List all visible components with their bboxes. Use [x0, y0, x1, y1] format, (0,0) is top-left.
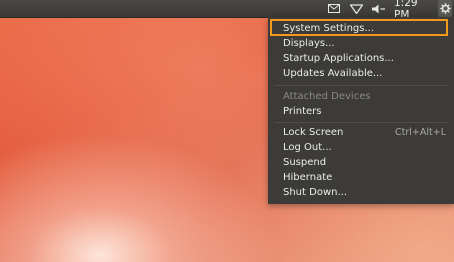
menu-item-label: Updates Available... [283, 68, 383, 79]
menu-item-system-settings[interactable]: System Settings... [268, 21, 454, 36]
menu-item-label: System Settings... [283, 23, 375, 34]
menu-item-label: Printers [283, 106, 322, 117]
menu-item-updates-available[interactable]: Updates Available... [268, 66, 454, 81]
lock-screen-shortcut: Ctrl+Alt+L [395, 127, 446, 138]
gear-icon[interactable] [438, 0, 452, 17]
menu-item-label: Shut Down... [283, 187, 347, 198]
menu-item-startup-applications[interactable]: Startup Applications... [268, 51, 454, 66]
menu-item-hibernate[interactable]: Hibernate [268, 170, 454, 185]
menu-item-label: Lock Screen [283, 127, 344, 138]
volume-icon[interactable] [370, 0, 388, 17]
wifi-icon[interactable] [348, 0, 364, 17]
clock-label[interactable]: 1:29 PM [394, 0, 436, 21]
mail-icon[interactable] [326, 0, 342, 17]
session-menu: System Settings... Displays... Startup A… [268, 17, 454, 204]
menu-item-label: Hibernate [283, 172, 333, 183]
menu-header-attached-devices: Attached Devices [268, 89, 454, 104]
menu-separator [274, 122, 448, 123]
menu-item-label: Log Out... [283, 142, 332, 153]
top-panel: 1:29 PM [0, 0, 454, 21]
menu-item-label: Startup Applications... [283, 53, 394, 64]
menu-item-label: Attached Devices [283, 91, 371, 102]
menu-item-shut-down[interactable]: Shut Down... [268, 185, 454, 200]
menu-item-log-out[interactable]: Log Out... [268, 140, 454, 155]
menu-item-suspend[interactable]: Suspend [268, 155, 454, 170]
menu-item-label: Displays... [283, 38, 335, 49]
menu-item-displays[interactable]: Displays... [268, 36, 454, 51]
menu-item-lock-screen[interactable]: Lock Screen Ctrl+Alt+L [268, 125, 454, 140]
menu-item-printers[interactable]: Printers [268, 104, 454, 119]
menu-separator [274, 85, 448, 86]
menu-item-label: Suspend [283, 157, 327, 168]
